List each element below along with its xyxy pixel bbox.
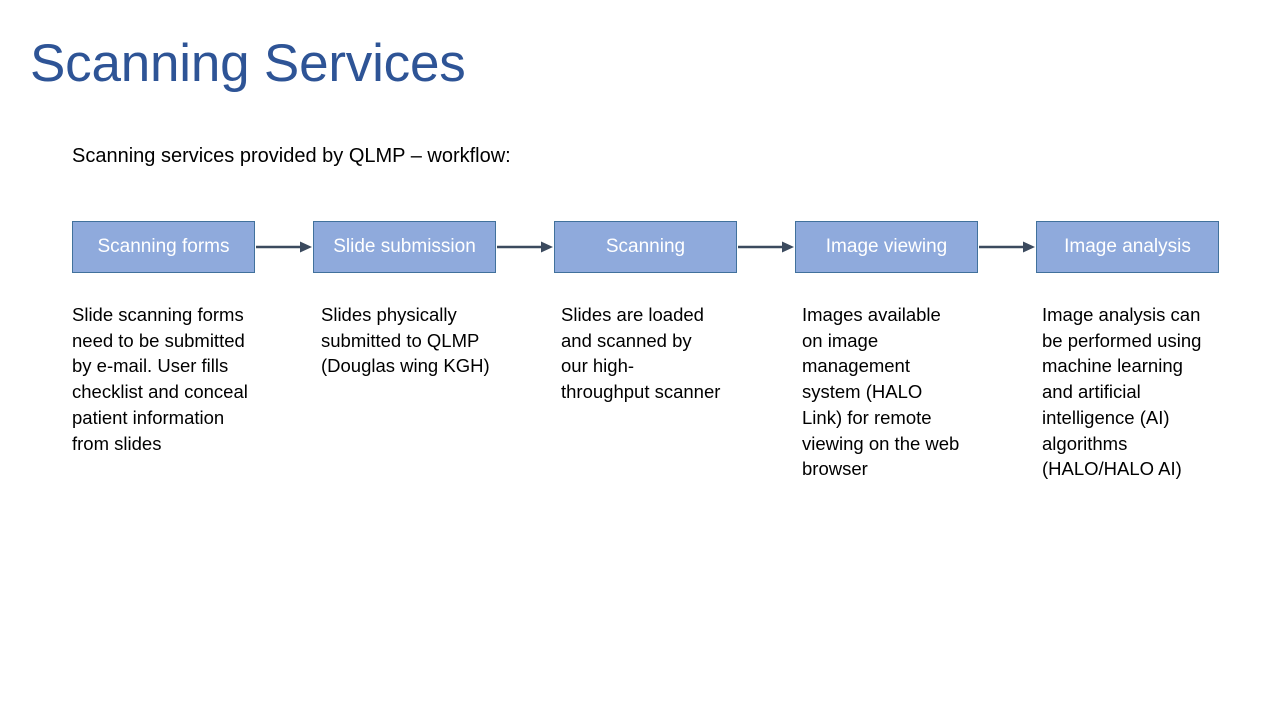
workflow-description-scanning-forms: Slide scanning forms need to be submitte…	[72, 304, 248, 454]
workflow-step-label: Image analysis	[1036, 221, 1219, 273]
arrow-right-icon	[979, 239, 1036, 255]
workflow-description-image-viewing: Images available on image management sys…	[802, 304, 960, 480]
arrow-right-icon	[497, 239, 554, 255]
workflow-step-image-viewing[interactable]: Image viewing	[795, 221, 978, 273]
workflow-description-image-analysis: Image analysis can be performed using ma…	[1042, 304, 1202, 480]
page-title: Scanning Services	[30, 34, 466, 93]
workflow-step-slide-submission[interactable]: Slide submission	[313, 221, 496, 273]
workflow-step-label: Scanning	[554, 221, 737, 273]
workflow-diagram: Scanning forms Slide submission Scanning	[72, 221, 1219, 273]
workflow-step-scanning-forms[interactable]: Scanning forms	[72, 221, 255, 273]
workflow-step-scanning[interactable]: Scanning	[554, 221, 737, 273]
workflow-step-label: Image viewing	[795, 221, 978, 273]
workflow-step-label: Scanning forms	[72, 221, 255, 273]
workflow-description-slide-submission: Slides physically submitted to QLMP (Dou…	[321, 304, 490, 377]
slide-canvas: Scanning Services Scanning services prov…	[0, 0, 1280, 720]
workflow-description-scanning: Slides are loaded and scanned by our hig…	[561, 304, 721, 403]
slide-subtitle: Scanning services provided by QLMP – wor…	[72, 145, 511, 167]
workflow-step-image-analysis[interactable]: Image analysis	[1036, 221, 1219, 273]
arrow-right-icon	[738, 239, 795, 255]
arrow-right-icon	[256, 239, 313, 255]
workflow-step-label: Slide submission	[313, 221, 496, 273]
